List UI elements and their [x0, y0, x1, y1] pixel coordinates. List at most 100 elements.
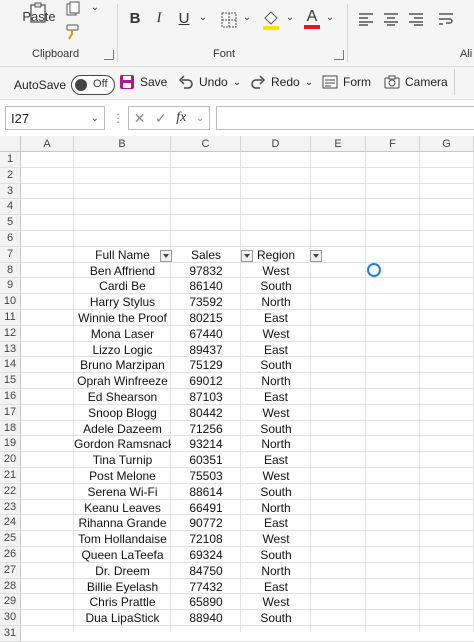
row-header-12[interactable]: 12	[0, 325, 21, 342]
column-header-d[interactable]: D	[241, 136, 311, 152]
sales-cell[interactable]: 71256	[171, 422, 241, 438]
region-cell[interactable]: North	[241, 501, 311, 517]
region-cell[interactable]: West	[241, 406, 311, 422]
row-header-1[interactable]: 1	[0, 152, 21, 168]
row-header-24[interactable]: 24	[0, 515, 21, 532]
name-cell[interactable]: Bruno Marzipan	[74, 358, 171, 374]
row-header-22[interactable]: 22	[0, 483, 21, 500]
align-right-icon[interactable]	[406, 10, 426, 28]
row-header-26[interactable]: 26	[0, 547, 21, 563]
underline-button[interactable]: U	[175, 10, 193, 27]
column-header-e[interactable]: E	[311, 136, 366, 152]
form-button[interactable]: Form	[322, 74, 371, 90]
region-cell[interactable]: South	[241, 358, 311, 374]
region-cell[interactable]: South	[241, 611, 311, 627]
italic-button[interactable]: I	[150, 10, 168, 27]
region-cell[interactable]: North	[241, 374, 311, 390]
function-dropdown-icon[interactable]: ⌄	[196, 113, 204, 124]
row-header-25[interactable]: 25	[0, 531, 21, 547]
name-cell[interactable]: Rihanna Grande	[74, 516, 171, 532]
row-header-28[interactable]: 28	[0, 578, 21, 595]
name-cell[interactable]: Mona Laser	[74, 327, 171, 343]
name-cell[interactable]: Serena Wi-Fi	[74, 485, 171, 501]
sales-cell[interactable]: 69012	[171, 374, 241, 390]
region-cell[interactable]: East	[241, 516, 311, 532]
row-header-9[interactable]: 9	[0, 278, 21, 295]
row-header-2[interactable]: 2	[0, 167, 21, 184]
name-cell[interactable]: Lizzo Logic	[74, 343, 171, 359]
undo-dropdown-icon[interactable]: ⌄	[233, 77, 241, 88]
name-cell[interactable]: Cardi Be	[74, 279, 171, 295]
name-box-dropdown-icon[interactable]: ⌄	[91, 107, 99, 131]
row-header-15[interactable]: 15	[0, 373, 21, 389]
name-cell[interactable]: Post Melone	[74, 469, 171, 485]
sales-cell[interactable]: 93214	[171, 437, 241, 453]
sales-cell[interactable]: 66491	[171, 501, 241, 517]
region-header[interactable]: Region	[241, 248, 311, 264]
row-header-8[interactable]: 8	[0, 262, 21, 279]
region-cell[interactable]: West	[241, 264, 311, 280]
formula-bar-grip-icon[interactable]: ⋮	[112, 111, 124, 125]
region-cell[interactable]: North	[241, 564, 311, 580]
region-cell[interactable]: East	[241, 311, 311, 327]
column-header-g[interactable]: G	[420, 136, 474, 152]
autosave-control[interactable]: AutoSave Off	[14, 75, 116, 95]
row-header-20[interactable]: 20	[0, 452, 21, 468]
sales-cell[interactable]: 72108	[171, 532, 241, 548]
row-header-14[interactable]: 14	[0, 357, 21, 374]
save-button[interactable]: Save	[119, 74, 167, 90]
sales-cell[interactable]: 87103	[171, 390, 241, 406]
font-color-button[interactable]: A	[302, 6, 322, 32]
row-header-27[interactable]: 27	[0, 562, 21, 579]
enter-icon[interactable]: ✓	[155, 110, 167, 127]
name-cell[interactable]: Ed Shearson	[74, 390, 171, 406]
format-painter-icon[interactable]	[62, 22, 84, 42]
row-header-18[interactable]: 18	[0, 420, 21, 437]
name-cell[interactable]: Snoop Blogg	[74, 406, 171, 422]
sales-cell[interactable]: 88614	[171, 485, 241, 501]
row-header-10[interactable]: 10	[0, 294, 21, 310]
sales-cell[interactable]: 84750	[171, 564, 241, 580]
sales-cell[interactable]: 80442	[171, 406, 241, 422]
cancel-icon[interactable]: ✕	[134, 110, 146, 127]
clipboard-launcher-icon[interactable]	[104, 50, 114, 60]
select-all-corner[interactable]	[0, 136, 21, 152]
filter-dropdown-icon[interactable]	[310, 249, 322, 262]
sales-header[interactable]: Sales	[171, 248, 241, 264]
sales-cell[interactable]: 77432	[171, 580, 241, 596]
name-cell[interactable]: Adele Dazeem	[74, 422, 171, 438]
column-header-f[interactable]: F	[366, 136, 420, 152]
sales-cell[interactable]: 86140	[171, 279, 241, 295]
row-header-29[interactable]: 29	[0, 594, 21, 611]
row-header-31[interactable]: 31	[0, 626, 21, 642]
name-cell[interactable]: Winnie the Proof	[74, 311, 171, 327]
region-cell[interactable]: East	[241, 390, 311, 406]
region-cell[interactable]: East	[241, 343, 311, 359]
row-header-11[interactable]: 11	[0, 310, 21, 326]
font-color-dropdown-icon[interactable]: ⌄	[324, 12, 336, 23]
fill-color-dropdown-icon[interactable]: ⌄	[284, 12, 296, 23]
row-header-7[interactable]: 7	[0, 246, 21, 263]
redo-button[interactable]: Redo ⌄	[250, 74, 313, 90]
sales-cell[interactable]: 67440	[171, 327, 241, 343]
name-cell[interactable]: Ben Affriend	[74, 264, 171, 280]
region-cell[interactable]: North	[241, 437, 311, 453]
row-header-3[interactable]: 3	[0, 183, 21, 200]
region-cell[interactable]: South	[241, 548, 311, 564]
column-header-c[interactable]: C	[171, 136, 241, 152]
name-cell[interactable]: Dua LipaStick	[74, 611, 171, 627]
sales-cell[interactable]: 65890	[171, 595, 241, 611]
name-box[interactable]: I27 ⌄	[5, 106, 105, 130]
column-header-a[interactable]: A	[21, 136, 74, 152]
row-header-30[interactable]: 30	[0, 610, 21, 626]
font-launcher-icon[interactable]	[334, 50, 344, 60]
sales-cell[interactable]: 89437	[171, 343, 241, 359]
sales-cell[interactable]: 75503	[171, 469, 241, 485]
sales-cell[interactable]: 97832	[171, 264, 241, 280]
column-header-b[interactable]: B	[74, 136, 171, 152]
sales-cell[interactable]: 75129	[171, 358, 241, 374]
borders-icon[interactable]	[218, 10, 240, 30]
sales-cell[interactable]: 60351	[171, 453, 241, 469]
align-left-icon[interactable]	[356, 10, 376, 28]
sales-cell[interactable]: 73592	[171, 295, 241, 311]
